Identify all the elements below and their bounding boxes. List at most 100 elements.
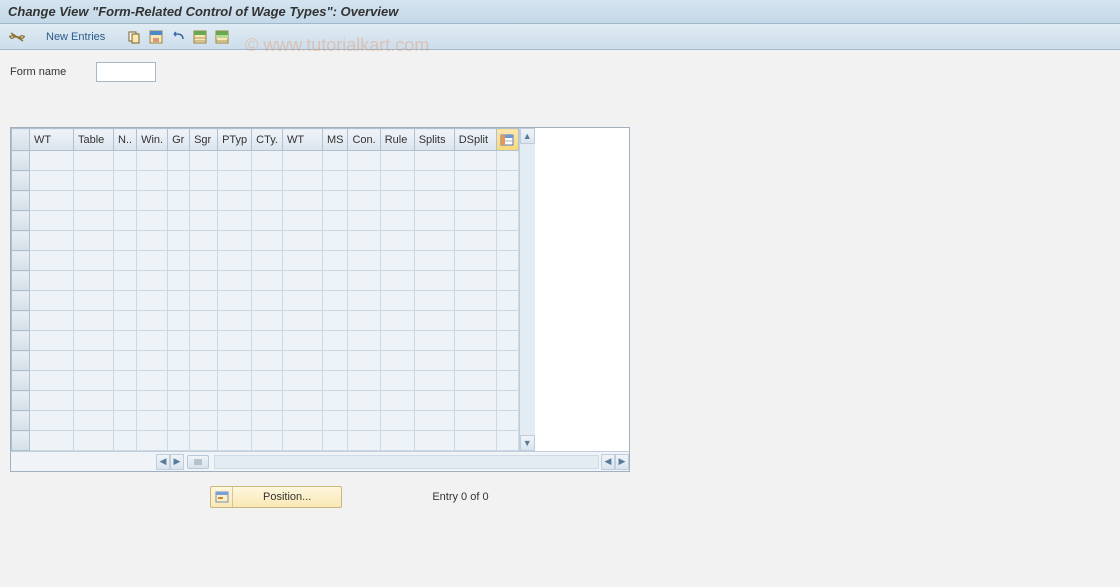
table-cell[interactable]	[168, 331, 190, 351]
table-cell[interactable]	[322, 371, 348, 391]
column-header[interactable]: Gr	[168, 129, 190, 151]
table-cell[interactable]	[168, 411, 190, 431]
table-cell[interactable]	[322, 431, 348, 451]
table-cell[interactable]	[414, 351, 454, 371]
table-cell[interactable]	[454, 191, 496, 211]
table-cell[interactable]	[190, 291, 218, 311]
table-cell[interactable]	[282, 331, 322, 351]
table-cell[interactable]	[454, 151, 496, 171]
table-cell[interactable]	[30, 151, 74, 171]
table-cell[interactable]	[114, 271, 137, 291]
column-header[interactable]: WT	[30, 129, 74, 151]
table-cell[interactable]	[322, 171, 348, 191]
table-cell[interactable]	[282, 251, 322, 271]
table-cell[interactable]	[348, 171, 380, 191]
table-cell[interactable]	[380, 431, 414, 451]
table-cell[interactable]	[218, 191, 252, 211]
table-cell[interactable]	[380, 251, 414, 271]
table-cell[interactable]	[190, 151, 218, 171]
table-cell[interactable]	[218, 251, 252, 271]
table-settings-icon[interactable]	[496, 129, 518, 151]
table-cell[interactable]	[30, 191, 74, 211]
column-header[interactable]: Win.	[137, 129, 168, 151]
table-cell[interactable]	[168, 431, 190, 451]
table-cell[interactable]	[218, 311, 252, 331]
scroll-down-button[interactable]: ▼	[520, 435, 535, 451]
table-cell[interactable]	[168, 271, 190, 291]
table-cell[interactable]	[252, 391, 283, 411]
table-cell[interactable]	[252, 171, 283, 191]
row-selector[interactable]	[12, 391, 30, 411]
table-cell[interactable]	[322, 351, 348, 371]
table-cell[interactable]	[322, 271, 348, 291]
table-cell[interactable]	[114, 351, 137, 371]
table-cell[interactable]	[322, 331, 348, 351]
table-cell[interactable]	[74, 231, 114, 251]
table-cell[interactable]	[348, 191, 380, 211]
table-cell[interactable]	[252, 211, 283, 231]
table-cell[interactable]	[74, 171, 114, 191]
row-selector[interactable]	[12, 211, 30, 231]
new-entries-button[interactable]: New Entries	[40, 31, 111, 43]
table-cell[interactable]	[414, 411, 454, 431]
select-all-icon[interactable]	[191, 28, 209, 46]
table-cell[interactable]	[348, 331, 380, 351]
table-cell[interactable]	[137, 231, 168, 251]
table-cell[interactable]	[218, 291, 252, 311]
table-cell[interactable]	[74, 411, 114, 431]
table-cell[interactable]	[218, 331, 252, 351]
table-cell[interactable]	[252, 251, 283, 271]
table-cell[interactable]	[114, 211, 137, 231]
table-cell[interactable]	[282, 151, 322, 171]
scroll-left-end-button[interactable]: ◀	[601, 454, 615, 470]
table-cell[interactable]	[282, 171, 322, 191]
scroll-left-button[interactable]: ◀	[156, 454, 170, 470]
table-cell[interactable]	[348, 371, 380, 391]
row-selector[interactable]	[12, 171, 30, 191]
table-cell[interactable]	[252, 431, 283, 451]
table-cell[interactable]	[74, 211, 114, 231]
table-cell[interactable]	[114, 411, 137, 431]
column-header[interactable]: WT	[282, 129, 322, 151]
undo-icon[interactable]	[169, 28, 187, 46]
table-cell[interactable]	[190, 371, 218, 391]
table-cell[interactable]	[454, 231, 496, 251]
row-selector[interactable]	[12, 371, 30, 391]
row-selector[interactable]	[12, 431, 30, 451]
table-cell[interactable]	[190, 271, 218, 291]
table-cell[interactable]	[414, 291, 454, 311]
table-cell[interactable]	[30, 271, 74, 291]
scroll-up-button[interactable]: ▲	[520, 128, 535, 144]
select-block-icon[interactable]	[213, 28, 231, 46]
table-cell[interactable]	[348, 291, 380, 311]
table-cell[interactable]	[380, 331, 414, 351]
column-header[interactable]: Sgr	[190, 129, 218, 151]
table-cell[interactable]	[218, 431, 252, 451]
table-cell[interactable]	[454, 171, 496, 191]
table-cell[interactable]	[380, 271, 414, 291]
table-cell[interactable]	[114, 171, 137, 191]
table-cell[interactable]	[168, 351, 190, 371]
row-selector[interactable]	[12, 291, 30, 311]
table-cell[interactable]	[348, 411, 380, 431]
table-cell[interactable]	[190, 211, 218, 231]
table-cell[interactable]	[218, 211, 252, 231]
table-cell[interactable]	[137, 271, 168, 291]
form-name-input[interactable]	[96, 62, 156, 82]
table-cell[interactable]	[380, 351, 414, 371]
table-cell[interactable]	[414, 191, 454, 211]
row-selector[interactable]	[12, 411, 30, 431]
table-cell[interactable]	[380, 151, 414, 171]
table-cell[interactable]	[74, 271, 114, 291]
table-cell[interactable]	[30, 231, 74, 251]
table-cell[interactable]	[190, 231, 218, 251]
table-cell[interactable]	[168, 211, 190, 231]
column-header[interactable]: Rule	[380, 129, 414, 151]
table-cell[interactable]	[190, 251, 218, 271]
table-cell[interactable]	[252, 331, 283, 351]
table-cell[interactable]	[218, 351, 252, 371]
table-cell[interactable]	[348, 251, 380, 271]
toggle-display-icon[interactable]	[8, 28, 26, 46]
table-cell[interactable]	[137, 311, 168, 331]
table-cell[interactable]	[282, 311, 322, 331]
